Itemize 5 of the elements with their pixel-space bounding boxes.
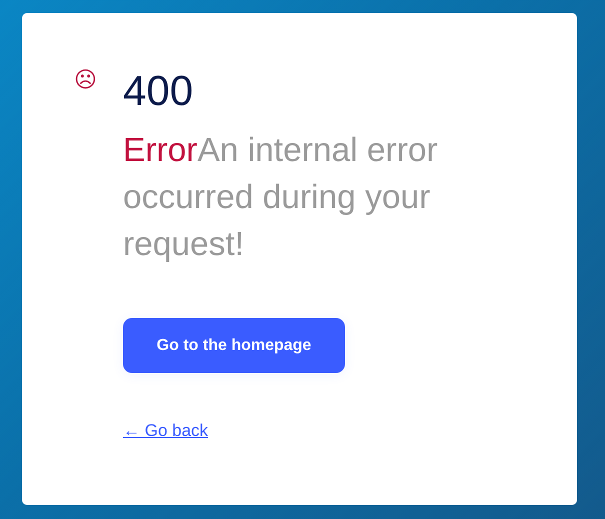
error-code: 400	[123, 67, 194, 115]
sad-face-icon: ☹	[74, 69, 97, 91]
go-back-link[interactable]: ← Go back	[123, 421, 208, 441]
error-message: ErrorAn internal error occurred during your request!	[123, 131, 439, 265]
homepage-button[interactable]: Go to the homepage	[123, 318, 345, 373]
